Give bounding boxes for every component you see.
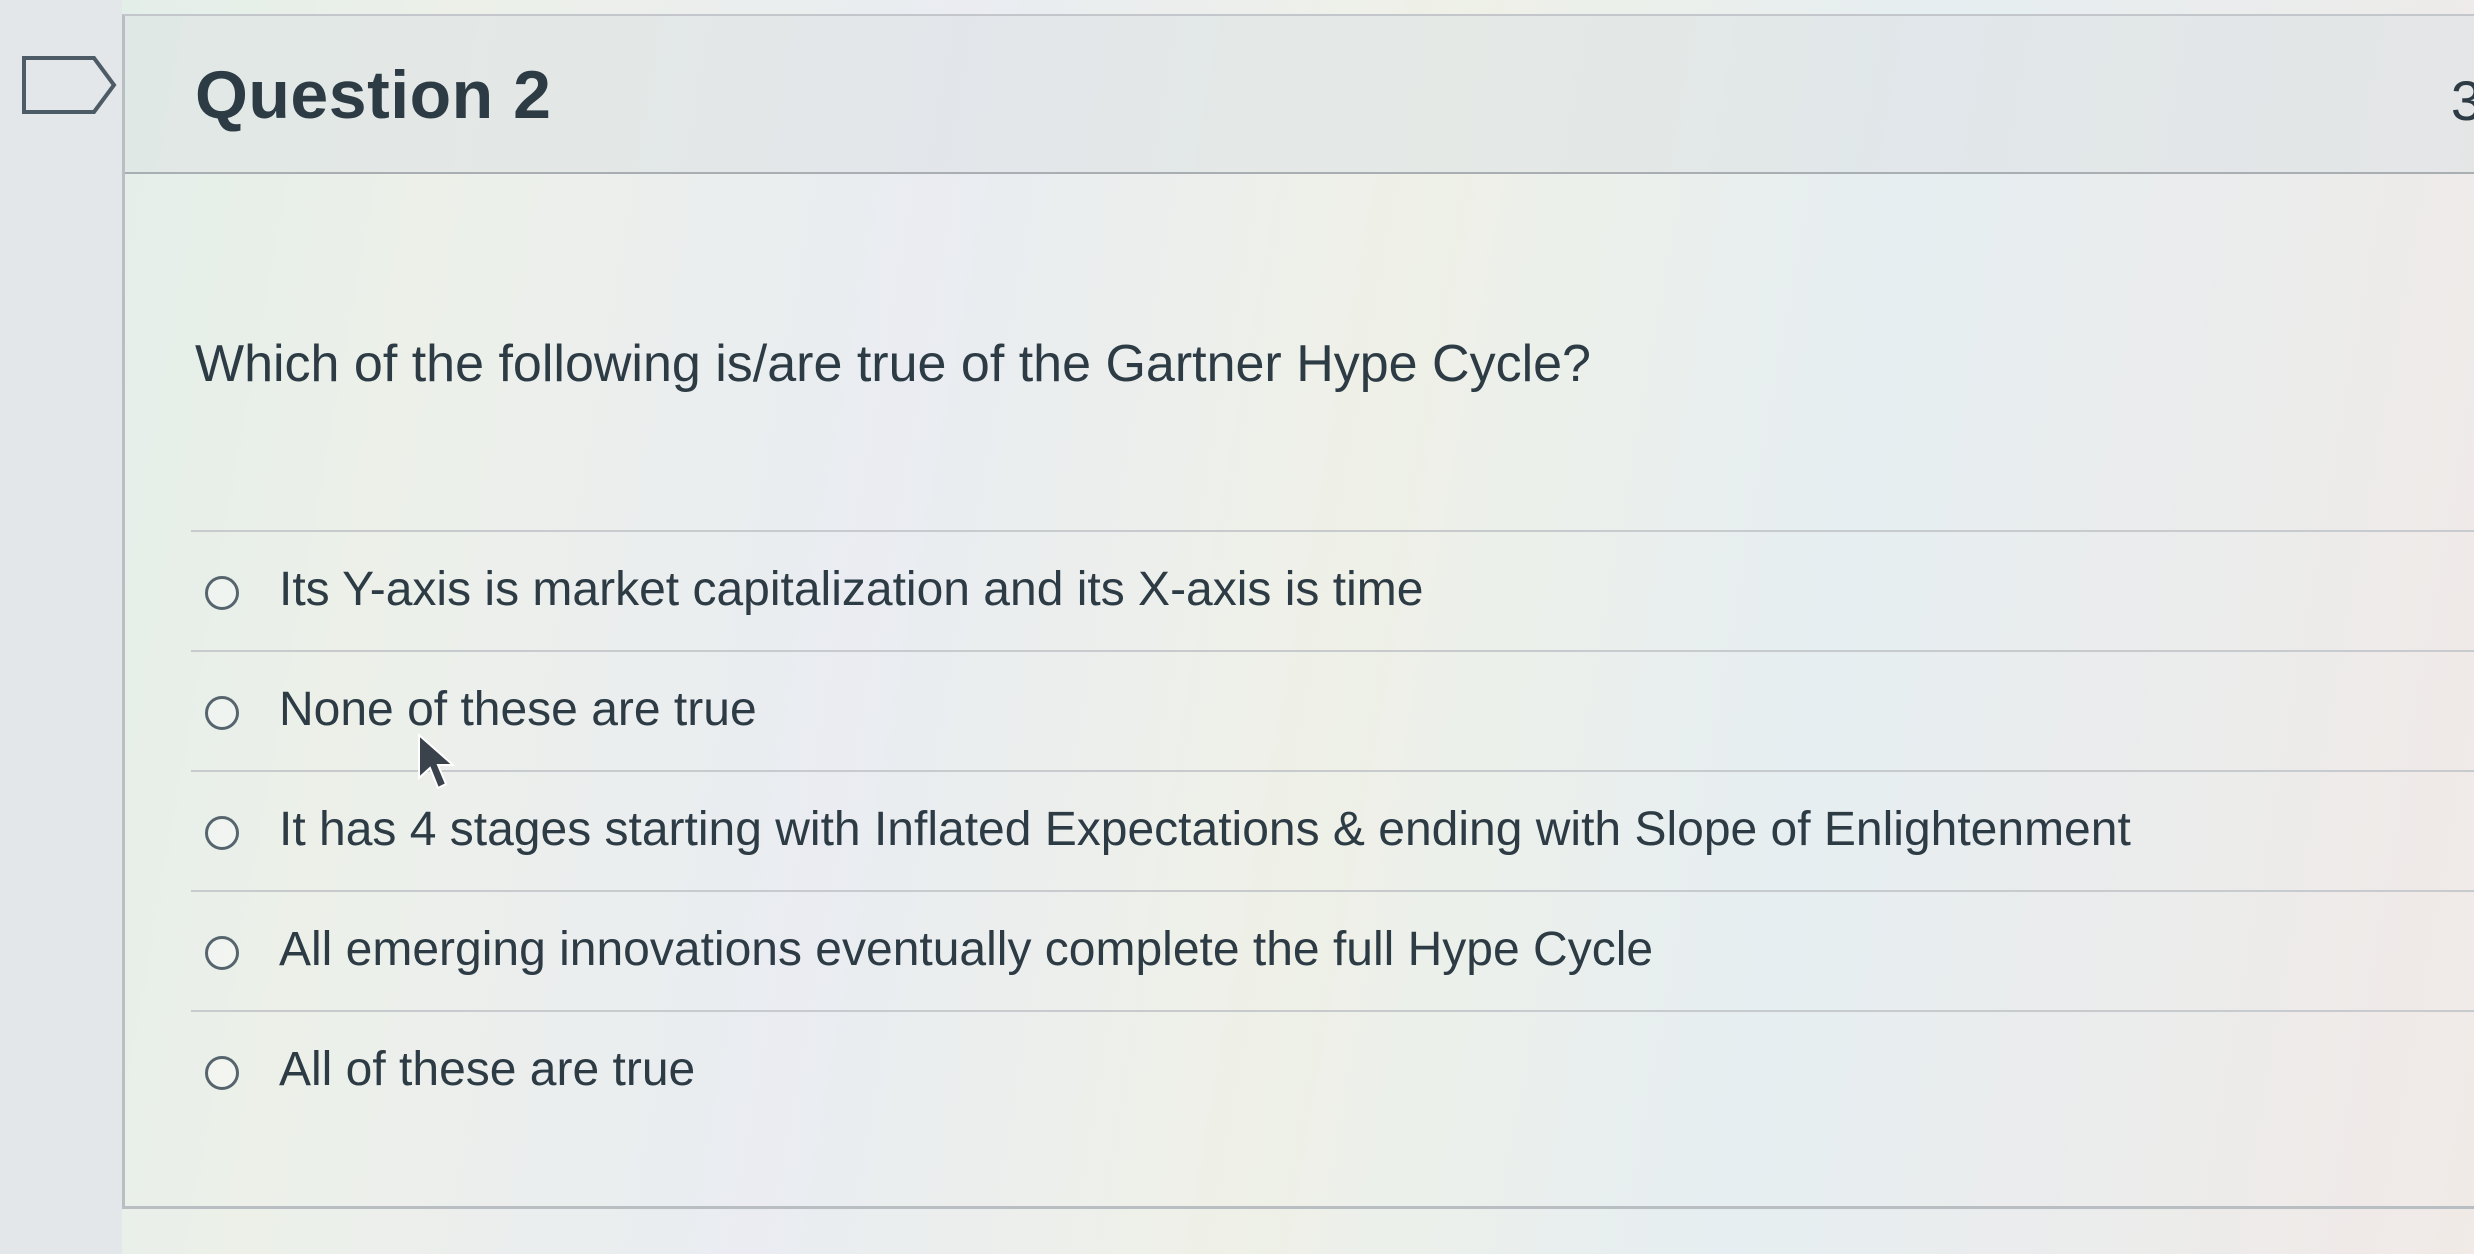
answer-radio[interactable] bbox=[205, 816, 239, 850]
answer-option[interactable]: None of these are true bbox=[191, 650, 2474, 770]
answer-radio[interactable] bbox=[205, 696, 239, 730]
flag-question-icon[interactable] bbox=[22, 56, 118, 114]
question-gutter bbox=[0, 0, 122, 1254]
answer-option[interactable]: All emerging innovations eventually comp… bbox=[191, 890, 2474, 1010]
answer-label[interactable]: All of these are true bbox=[279, 1042, 695, 1097]
answer-label[interactable]: All emerging innovations eventually comp… bbox=[279, 922, 1653, 977]
question-panel: Question 2 3 Which of the following is/a… bbox=[122, 14, 2474, 1209]
answer-radio[interactable] bbox=[205, 1056, 239, 1090]
answer-radio[interactable] bbox=[205, 936, 239, 970]
answer-label[interactable]: None of these are true bbox=[279, 682, 757, 737]
answer-option[interactable]: It has 4 stages starting with Inflated E… bbox=[191, 770, 2474, 890]
question-points: 3 bbox=[2450, 69, 2474, 132]
answer-label[interactable]: Its Y-axis is market capitalization and … bbox=[279, 562, 1423, 617]
answer-list: Its Y-axis is market capitalization and … bbox=[191, 530, 2474, 1130]
quiz-screen: Question 2 3 Which of the following is/a… bbox=[0, 0, 2474, 1254]
answer-option[interactable]: All of these are true bbox=[191, 1010, 2474, 1130]
answer-radio[interactable] bbox=[205, 576, 239, 610]
mouse-pointer-icon bbox=[418, 732, 456, 790]
question-header: Question 2 3 bbox=[125, 16, 2474, 174]
answer-label[interactable]: It has 4 stages starting with Inflated E… bbox=[279, 802, 2131, 857]
question-prompt: Which of the following is/are true of th… bbox=[195, 335, 1591, 393]
answer-option[interactable]: Its Y-axis is market capitalization and … bbox=[191, 530, 2474, 650]
question-title: Question 2 bbox=[195, 57, 552, 133]
